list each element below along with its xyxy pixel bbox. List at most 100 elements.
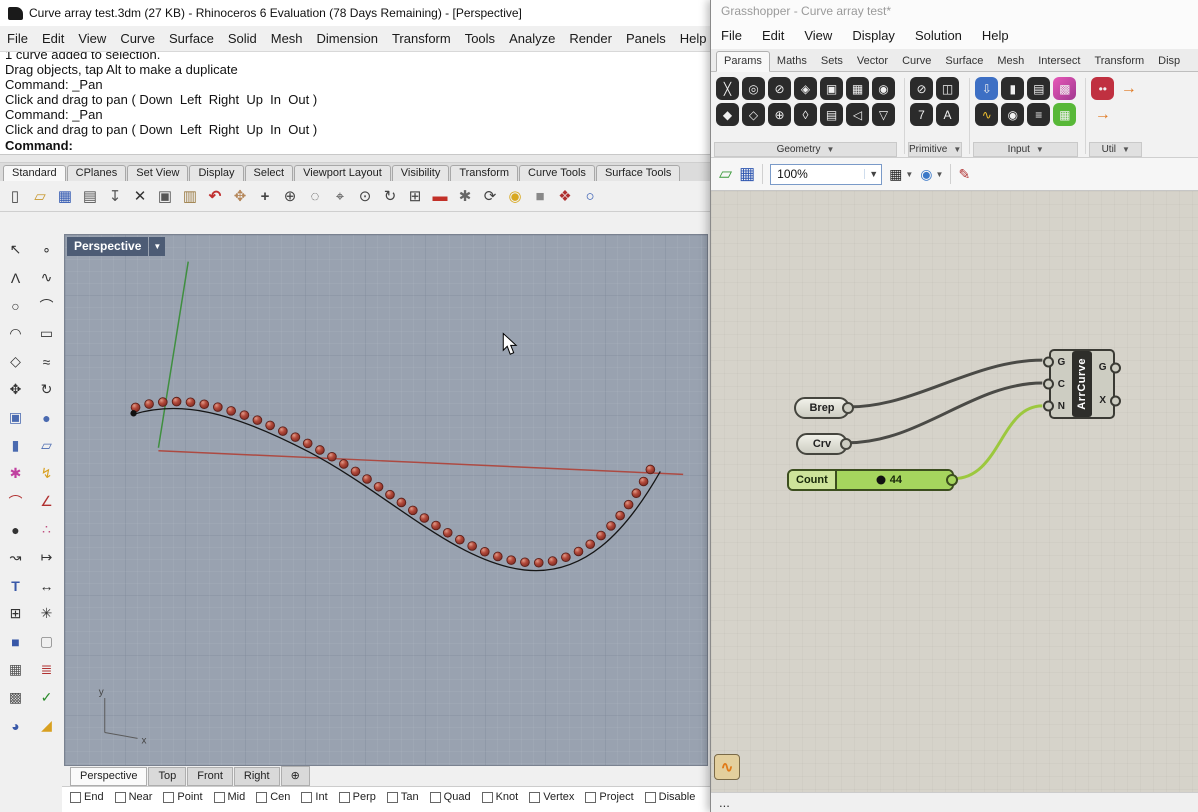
arrayed-sphere[interactable] bbox=[185, 397, 196, 408]
arrayed-sphere[interactable] bbox=[171, 396, 182, 407]
menu-item[interactable]: Mesh bbox=[264, 31, 310, 46]
render-icon[interactable]: ◕ bbox=[2, 714, 29, 737]
circle-icon[interactable]: ○ bbox=[578, 184, 602, 208]
gh-util-icon[interactable]: → bbox=[1117, 77, 1140, 100]
navigation-map-icon[interactable]: ▦ bbox=[889, 166, 902, 183]
polygon-icon[interactable]: ◇ bbox=[2, 350, 29, 373]
sphere-array[interactable] bbox=[130, 396, 656, 568]
osnap-checkbox[interactable] bbox=[70, 791, 81, 803]
category-tab[interactable]: Surface bbox=[938, 52, 990, 71]
toolbar-tab[interactable]: Standard bbox=[3, 165, 66, 181]
osnap-toggle[interactable]: Cen bbox=[256, 791, 290, 803]
arrayed-sphere[interactable] bbox=[252, 415, 263, 425]
arrayed-sphere[interactable] bbox=[467, 541, 477, 551]
category-tab[interactable]: Transform bbox=[1087, 52, 1151, 71]
osnap-toggle[interactable]: Vertex bbox=[529, 791, 574, 803]
gh-util-icon[interactable]: → bbox=[1091, 103, 1114, 126]
osnap-checkbox[interactable] bbox=[529, 791, 541, 803]
gh-geometry-icon[interactable]: ◆ bbox=[716, 103, 739, 126]
arrayed-sphere[interactable] bbox=[573, 546, 584, 557]
gh-input-icon[interactable]: ⇩ bbox=[975, 77, 999, 100]
gh-geometry-icon[interactable]: ▦ bbox=[846, 77, 869, 100]
toolbar-tab[interactable]: Surface Tools bbox=[595, 165, 681, 181]
arc-icon[interactable]: ⌒ bbox=[33, 294, 60, 317]
osnap-checkbox[interactable] bbox=[386, 791, 398, 803]
arrayed-sphere[interactable] bbox=[606, 521, 616, 531]
arrayed-sphere[interactable] bbox=[506, 555, 517, 565]
menu-item[interactable]: Surface bbox=[162, 31, 221, 46]
fillet-icon[interactable]: ⌒ bbox=[2, 490, 29, 513]
viewport-tab[interactable]: Top bbox=[148, 766, 187, 786]
arrayed-sphere[interactable] bbox=[226, 406, 236, 416]
arrayed-sphere[interactable] bbox=[144, 399, 154, 409]
viewport-canvas[interactable]: y x bbox=[65, 235, 707, 765]
osnap-toggle[interactable]: Perp bbox=[338, 791, 376, 803]
arrayed-sphere[interactable] bbox=[199, 399, 210, 410]
arrayed-sphere[interactable] bbox=[265, 420, 275, 431]
util-group-label[interactable]: Util ▼ bbox=[1089, 142, 1143, 157]
zoom-dynamic-icon[interactable]: ⊕ bbox=[278, 184, 302, 208]
toolbar-tab[interactable]: Display bbox=[189, 165, 244, 181]
menu-item[interactable]: View bbox=[71, 31, 113, 46]
arrayed-sphere[interactable] bbox=[338, 459, 349, 469]
gh-input-icon[interactable]: ▩ bbox=[1053, 77, 1077, 100]
gh-geometry-icon[interactable]: ◈ bbox=[794, 77, 817, 100]
arrayed-sphere[interactable] bbox=[615, 510, 625, 521]
freeform-icon[interactable]: ≈ bbox=[33, 350, 60, 373]
toolbar-tab[interactable]: Visibility bbox=[391, 165, 450, 181]
category-tab[interactable]: Disp bbox=[1151, 52, 1187, 71]
arrayed-sphere[interactable] bbox=[561, 552, 571, 563]
command-prompt[interactable]: Command: bbox=[5, 137, 705, 154]
osnap-checkbox[interactable] bbox=[114, 791, 126, 803]
arrayed-sphere[interactable] bbox=[520, 557, 530, 568]
osnap-checkbox[interactable] bbox=[213, 791, 225, 803]
points-icon[interactable]: ∴ bbox=[33, 518, 60, 541]
lock-icon[interactable]: ■ bbox=[528, 184, 552, 208]
menu-item[interactable]: Edit bbox=[752, 28, 794, 43]
gh-input-icon[interactable]: ▤ bbox=[1027, 77, 1051, 100]
viewport-tab[interactable]: Perspective bbox=[70, 766, 148, 786]
arrayed-sphere[interactable] bbox=[631, 488, 642, 498]
arrcurve-component[interactable]: GCN ArrCurve GX bbox=[1049, 349, 1115, 419]
gh-geometry-icon[interactable]: ◉ bbox=[872, 77, 895, 100]
gh-input-icon[interactable]: ▦ bbox=[1053, 103, 1077, 126]
category-tab[interactable]: Sets bbox=[814, 52, 850, 71]
gh-geometry-icon[interactable]: ▽ bbox=[872, 103, 895, 126]
boolean-icon[interactable]: ■ bbox=[2, 630, 29, 653]
menu-item[interactable]: File bbox=[0, 31, 35, 46]
arrayed-sphere[interactable] bbox=[492, 551, 503, 562]
output-port[interactable]: X bbox=[1092, 384, 1113, 417]
layers-icon[interactable]: ❖ bbox=[553, 184, 577, 208]
menu-item[interactable]: View bbox=[794, 28, 842, 43]
osnap-toggle[interactable]: Point bbox=[163, 791, 203, 803]
input-port[interactable]: N bbox=[1051, 395, 1072, 417]
gh-geometry-icon[interactable]: ◊ bbox=[794, 103, 817, 126]
toolbar-tab[interactable]: Transform bbox=[450, 165, 519, 181]
osnap-checkbox[interactable] bbox=[301, 791, 313, 803]
grid-icon[interactable]: ▦ bbox=[2, 658, 29, 681]
viewport-tab[interactable]: ⊕ bbox=[280, 766, 310, 786]
move-tool-icon[interactable]: ✥ bbox=[2, 378, 29, 401]
gh-geometry-icon[interactable]: ◎ bbox=[742, 77, 765, 100]
arrayed-sphere[interactable] bbox=[302, 438, 313, 449]
arrayed-sphere[interactable] bbox=[385, 489, 395, 500]
osnap-toggle[interactable]: End bbox=[70, 791, 104, 803]
osnap-checkbox[interactable] bbox=[481, 791, 493, 803]
arrayed-sphere[interactable] bbox=[157, 397, 168, 407]
component-core[interactable]: ArrCurve bbox=[1071, 351, 1093, 417]
arrayed-sphere[interactable] bbox=[373, 482, 384, 492]
gh-input-icon[interactable]: ≡ bbox=[1027, 103, 1051, 126]
zoom-extents-icon[interactable]: ⊙ bbox=[353, 184, 377, 208]
primitive-group-label[interactable]: Primitive ▼ bbox=[908, 142, 963, 157]
arrayed-sphere[interactable] bbox=[213, 402, 223, 412]
preview-eye-icon[interactable]: ◉ bbox=[920, 166, 932, 183]
arrayed-sphere[interactable] bbox=[239, 410, 250, 420]
gh-primitive-icon[interactable]: ◫ bbox=[936, 77, 959, 100]
zoom-circle-icon[interactable]: ◌ bbox=[303, 184, 327, 208]
arrayed-sphere[interactable] bbox=[596, 530, 606, 541]
category-tab[interactable]: Vector bbox=[850, 52, 895, 71]
menu-item[interactable]: Tools bbox=[458, 31, 502, 46]
osnap-checkbox[interactable] bbox=[163, 791, 175, 803]
conic-icon[interactable]: ◠ bbox=[2, 322, 29, 345]
numbered-grid-icon[interactable]: ≣ bbox=[33, 658, 60, 681]
